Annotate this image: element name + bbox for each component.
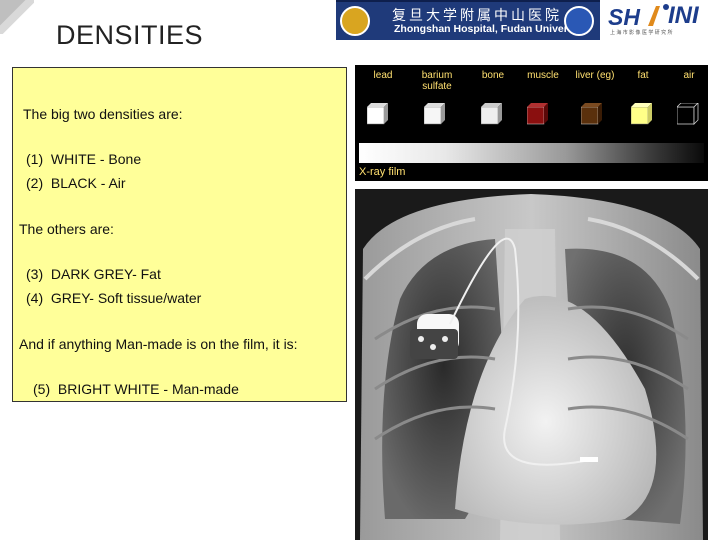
zhongshan-hospital-logo: 复旦大学附属中山医院 Zhongshan Hospital, Fudan Uni… <box>336 0 600 40</box>
density-item-manmade: (5) BRIGHT WHITE - Man-made <box>33 381 239 397</box>
cube-fat <box>631 103 652 125</box>
xray-film-gradient <box>359 143 704 163</box>
cube-muscle <box>527 103 548 125</box>
slide-title: DENSITIES <box>56 20 204 50</box>
others-text: The others are: <box>19 221 114 237</box>
university-seal-icon <box>564 6 594 36</box>
density-item-soft-tissue: (4) GREY- Soft tissue/water <box>26 290 202 306</box>
density-item-bone: (1) WHITE - Bone <box>26 151 142 167</box>
label-fat: fat <box>637 70 649 81</box>
density-strip-figure: lead barium sulfate bone muscle liver (e… <box>355 65 708 181</box>
corner-decoration <box>0 0 34 34</box>
shanghai-institute-logo: SH INI 上 海 市 影 像 医 学 研 究 所 <box>608 2 699 36</box>
cube-air <box>677 103 699 125</box>
density-item-air: (2) BLACK - Air <box>26 175 126 191</box>
cube-bone <box>481 103 502 125</box>
label-bone: bone <box>481 70 505 81</box>
chest-xray-image <box>355 189 708 540</box>
densities-text-panel: The big two densities are: (1) WHITE - B… <box>12 67 347 402</box>
cube-liver <box>581 103 602 125</box>
xray-film-label: X-ray film <box>359 166 406 178</box>
hospital-name-cn: 复旦大学附属中山医院 <box>392 8 562 24</box>
label-muscle: muscle <box>527 70 559 81</box>
label-barium-sulfate: barium sulfate <box>421 70 453 92</box>
hospital-name-en: Zhongshan Hospital, Fudan University <box>394 23 586 35</box>
cube-barium-sulfate <box>424 103 445 125</box>
cube-lead <box>367 103 388 125</box>
label-liver: liver (eg) <box>575 70 615 81</box>
intro-text: The big two densities are: <box>23 106 183 122</box>
manmade-intro-text: And if anything Man-made is on the film,… <box>19 336 298 352</box>
hospital-seal-icon <box>340 6 370 36</box>
density-item-fat: (3) DARK GREY- Fat <box>26 266 161 282</box>
label-lead: lead <box>373 70 393 81</box>
label-air: air <box>683 70 695 81</box>
